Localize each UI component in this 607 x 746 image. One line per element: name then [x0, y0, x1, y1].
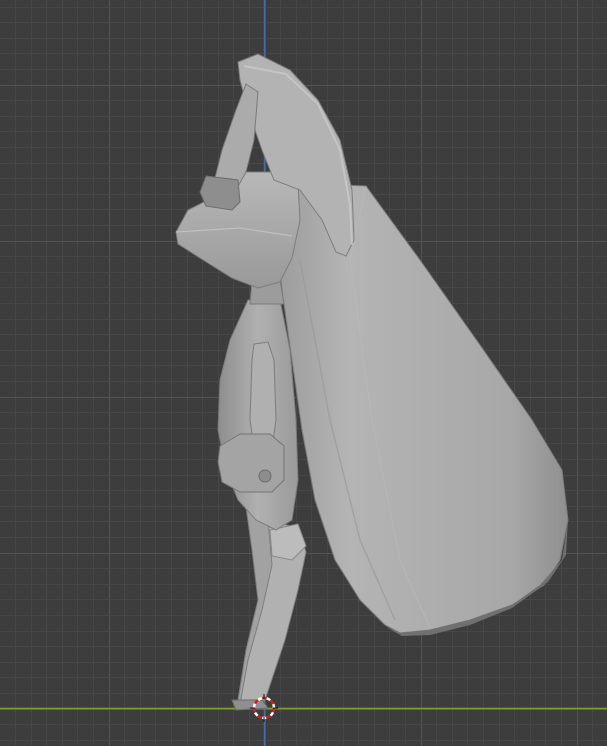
hand-knob: [258, 469, 272, 483]
3d-viewport[interactable]: [0, 0, 607, 746]
horn-cap: [199, 175, 241, 211]
viewport-canvas[interactable]: [0, 0, 607, 746]
hand-mesh[interactable]: [217, 433, 285, 493]
arm-mesh[interactable]: [249, 341, 277, 449]
